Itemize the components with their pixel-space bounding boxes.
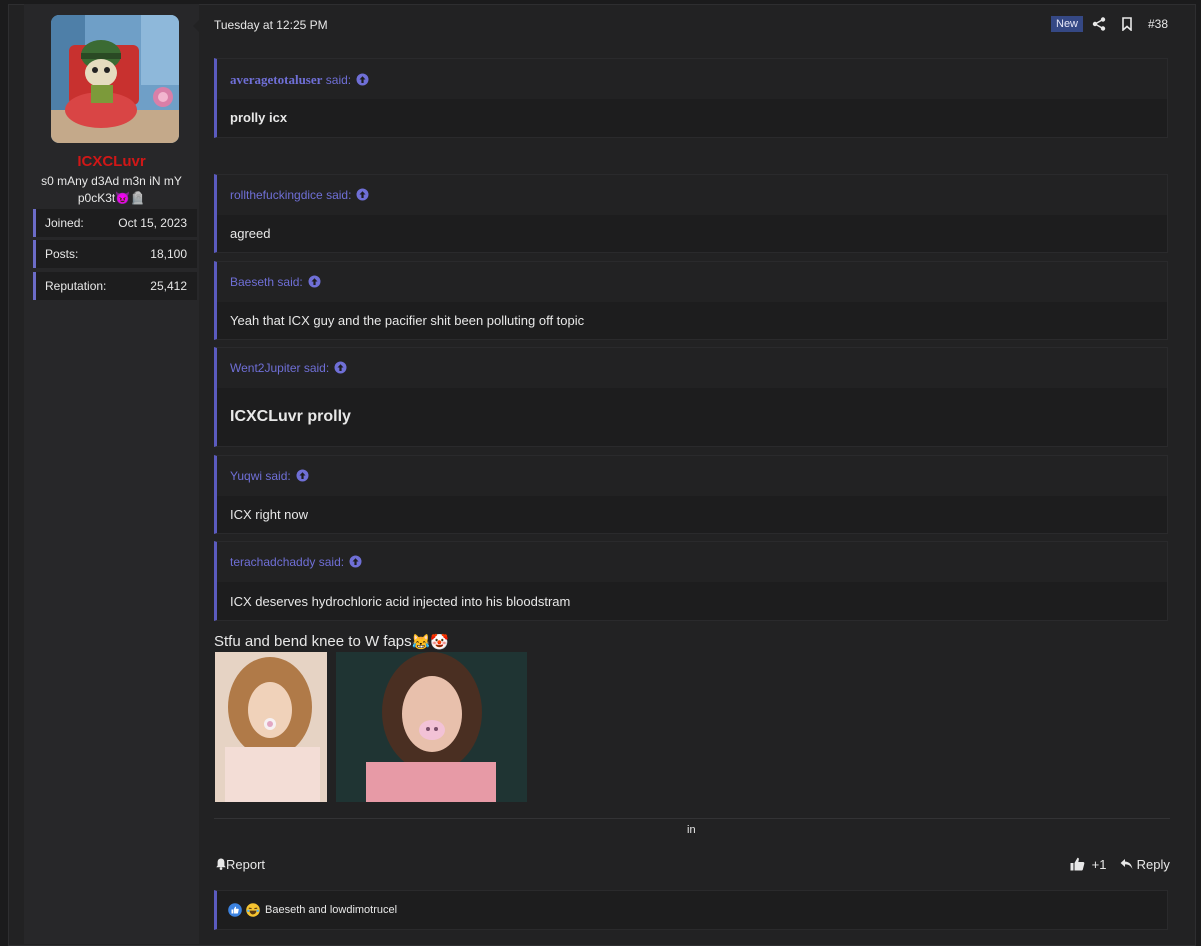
quote-author[interactable]: averagetotaluser <box>230 72 322 87</box>
bell-icon <box>216 858 226 870</box>
quote-block: rollthefuckingdice said: agreed <box>214 174 1168 253</box>
quote-said: said: <box>277 275 303 289</box>
quote-said: said: <box>303 361 330 375</box>
user-title-emoji: 😈🪦 <box>115 191 146 205</box>
quote-body: ICXCLuvr prolly <box>217 388 1167 446</box>
stat-value[interactable]: 18,100 <box>150 247 187 261</box>
quote-block: Yuqwi said: ICX right now <box>214 455 1168 534</box>
quote-body: ICX right now <box>217 496 1167 533</box>
quote-header: Baeseth said: <box>217 262 1167 302</box>
quote-author[interactable]: Baeseth <box>230 275 274 289</box>
quote-body: prolly icx <box>217 99 1167 137</box>
quote-text: agreed <box>230 226 271 241</box>
reply-button[interactable]: Reply <box>1120 857 1170 872</box>
quote-body: Yeah that ICX guy and the pacifier shit … <box>217 302 1167 339</box>
quote-author[interactable]: terachadchaddy <box>230 555 315 569</box>
quote-header: averagetotaluser said: <box>217 59 1167 99</box>
stat-joined: Joined: Oct 15, 2023 <box>33 209 197 237</box>
quote-author[interactable]: Yuqwi <box>230 469 262 483</box>
quote-block: terachadchaddy said: ICX deserves hydroc… <box>214 541 1168 621</box>
footer-in-text: in <box>687 824 696 836</box>
new-badge: New <box>1051 16 1084 32</box>
quote-block: Went2Jupiter said: ICXCLuvr prolly <box>214 347 1168 447</box>
arrow-up-circle-icon[interactable] <box>334 361 347 374</box>
stat-value: Oct 15, 2023 <box>118 216 187 230</box>
username[interactable]: ICXCLuvr <box>24 153 199 170</box>
attached-image-1[interactable] <box>215 652 327 802</box>
like-count: +1 <box>1091 857 1107 872</box>
post-date[interactable]: Tuesday at 12:25 PM <box>214 18 328 32</box>
quote-block: Baeseth said: Yeah that ICX guy and the … <box>214 261 1168 340</box>
arrow-up-circle-icon[interactable] <box>356 73 369 86</box>
arrow-up-circle-icon[interactable] <box>356 188 369 201</box>
report-button[interactable]: Report <box>216 857 265 872</box>
like-button[interactable]: +1 <box>1070 857 1106 872</box>
quote-text: ICXCLuvr prolly <box>230 408 351 425</box>
arrow-up-circle-icon[interactable] <box>308 275 321 288</box>
share-icon[interactable] <box>1092 17 1106 31</box>
thumbs-up-icon <box>1070 857 1085 871</box>
quote-header: rollthefuckingdice said: <box>217 175 1167 215</box>
message-text: Stfu and bend knee to W faps <box>214 633 412 650</box>
user-title-text: s0 mAny d3Ad m3n iN mY p0cK3t <box>41 174 182 205</box>
stat-value: 25,412 <box>150 279 187 293</box>
footer-divider <box>214 818 1170 819</box>
quote-body: agreed <box>217 215 1167 252</box>
quote-said: said: <box>265 469 291 483</box>
quote-author[interactable]: Went2Jupiter <box>230 361 300 375</box>
stat-label: Posts: <box>45 247 79 261</box>
reply-icon <box>1120 859 1133 869</box>
post-message: Stfu and bend knee to W faps😹🤡 <box>214 633 449 651</box>
stat-label: Joined: <box>45 216 84 230</box>
arrow-up-circle-icon[interactable] <box>296 469 309 482</box>
quote-body: ICX deserves hydrochloric acid injected … <box>217 582 1167 620</box>
arrow-up-circle-icon[interactable] <box>349 555 362 568</box>
quote-said: said: <box>325 73 352 87</box>
quote-block: averagetotaluser said: prolly icx <box>214 58 1168 138</box>
report-label: Report <box>226 857 266 872</box>
quote-said: said: <box>326 188 352 202</box>
avatar[interactable] <box>51 15 179 143</box>
user-title: s0 mAny d3Ad m3n iN mY p0cK3t😈🪦 <box>36 173 187 207</box>
reply-label: Reply <box>1136 857 1170 872</box>
quote-author[interactable]: rollthefuckingdice <box>230 188 323 202</box>
stat-reputation: Reputation: 25,412 <box>33 272 197 300</box>
quote-header: terachadchaddy said: <box>217 542 1167 582</box>
quote-text: Yeah that ICX guy and the pacifier shit … <box>230 313 585 328</box>
quote-text: prolly icx <box>230 110 288 125</box>
quote-header: Yuqwi said: <box>217 456 1167 496</box>
quote-text: ICX right now <box>230 507 309 522</box>
post-main: Tuesday at 12:25 PM New #38 averagetotal… <box>214 4 1170 944</box>
post-number[interactable]: #38 <box>1148 17 1168 31</box>
reactions-bar[interactable]: Baeseth and lowdimotrucel <box>214 890 1168 930</box>
stat-label: Reputation: <box>45 279 107 293</box>
like-reaction-icon <box>228 903 242 917</box>
attached-image-2[interactable] <box>336 652 527 802</box>
quote-said: said: <box>318 555 345 569</box>
stat-posts: Posts: 18,100 <box>33 240 197 268</box>
user-panel: ICXCLuvr s0 mAny d3Ad m3n iN mY p0cK3t😈🪦… <box>24 4 199 944</box>
reactions-text[interactable]: Baeseth and lowdimotrucel <box>265 904 397 916</box>
bookmark-icon[interactable] <box>1120 17 1134 31</box>
speech-arrow <box>193 16 203 36</box>
message-emoji: 😹🤡 <box>411 634 449 652</box>
laugh-reaction-icon <box>246 903 260 917</box>
quote-text: ICX deserves hydrochloric acid injected … <box>230 594 571 609</box>
quote-header: Went2Jupiter said: <box>217 348 1167 388</box>
